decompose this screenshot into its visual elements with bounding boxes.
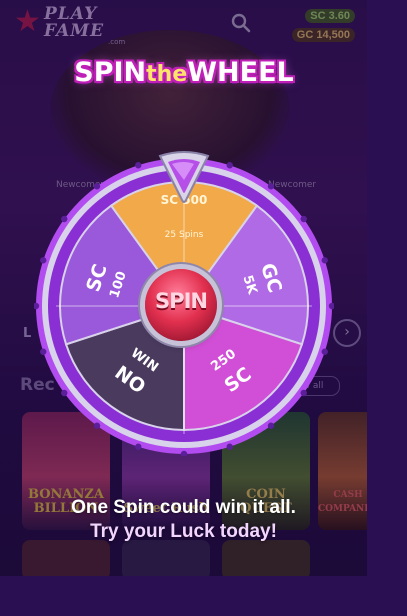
wheel-segment-sublabel: 25 Spins	[164, 230, 204, 240]
rim-stud	[300, 389, 307, 397]
rim-stud	[321, 257, 328, 264]
title-the: the	[146, 62, 188, 87]
spin-the-wheel-title: SPINtheWHEEL	[46, 54, 322, 94]
rim-stud	[93, 422, 101, 429]
app-screen: ★ PLAY FAME .com SC 3.60 GC 14,500 Newco…	[0, 0, 367, 576]
rim-stud	[135, 162, 142, 169]
title-wheel: WHEEL	[187, 57, 294, 88]
spin-button[interactable]: SPIN	[145, 269, 217, 341]
rim-stud	[226, 162, 233, 169]
rim-stud	[61, 389, 68, 397]
title-spin: SPIN	[74, 57, 147, 88]
rim-stud	[61, 215, 68, 223]
rim-stud	[135, 443, 142, 450]
rim-stud	[267, 422, 275, 429]
rim-stud	[40, 257, 47, 264]
rim-stud	[93, 183, 101, 190]
wheel-pointer-icon	[158, 151, 210, 203]
caption-line-2: Try your Luck today!	[90, 521, 277, 542]
rim-stud	[300, 215, 307, 223]
rim-stud	[226, 443, 233, 450]
rim-stud	[267, 183, 275, 190]
rim-stud	[321, 348, 328, 355]
caption-line-1: One Spin could win it all.	[71, 497, 296, 518]
spin-button-label: SPIN	[155, 289, 208, 313]
rim-stud	[40, 348, 47, 355]
